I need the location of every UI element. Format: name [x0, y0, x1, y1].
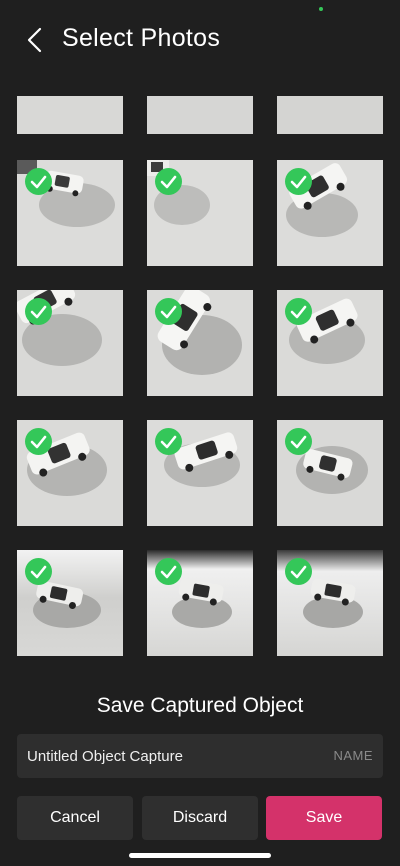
check-icon [25, 168, 52, 195]
photo-tile[interactable] [147, 550, 253, 656]
check-icon [285, 558, 312, 585]
photo-tile[interactable] [147, 290, 253, 396]
photo-tile-partial[interactable] [277, 96, 383, 134]
header: Select Photos [0, 18, 400, 62]
object-name-field[interactable]: NAME [17, 734, 383, 778]
photo-tile-partial[interactable] [147, 96, 253, 134]
check-icon [285, 428, 312, 455]
status-indicator-dot [319, 7, 323, 11]
check-icon [155, 428, 182, 455]
check-icon [285, 168, 312, 195]
photo-tile[interactable] [277, 550, 383, 656]
photo-tile[interactable] [277, 160, 383, 266]
name-field-label: NAME [333, 748, 373, 763]
object-name-input[interactable] [17, 734, 307, 778]
check-icon [155, 298, 182, 325]
photo-tile[interactable] [17, 290, 123, 396]
photo-tile[interactable] [17, 420, 123, 526]
check-icon [25, 558, 52, 585]
check-icon [155, 168, 182, 195]
back-button[interactable] [24, 26, 48, 54]
photo-tile[interactable] [17, 160, 123, 266]
photo-tile[interactable] [277, 420, 383, 526]
chevron-left-icon [27, 27, 42, 53]
photo-tile[interactable] [277, 290, 383, 396]
check-icon [25, 298, 52, 325]
discard-button[interactable]: Discard [142, 796, 258, 840]
check-icon [285, 298, 312, 325]
home-indicator [129, 853, 271, 858]
page-title: Select Photos [62, 24, 221, 52]
save-button[interactable]: Save [266, 796, 382, 840]
cancel-button[interactable]: Cancel [17, 796, 133, 840]
check-icon [155, 558, 182, 585]
photo-tile[interactable] [147, 160, 253, 266]
photo-tile[interactable] [147, 420, 253, 526]
photo-tile-partial[interactable] [17, 96, 123, 134]
check-icon [25, 428, 52, 455]
save-section-title: Save Captured Object [96, 694, 304, 717]
photo-tile[interactable] [17, 550, 123, 656]
